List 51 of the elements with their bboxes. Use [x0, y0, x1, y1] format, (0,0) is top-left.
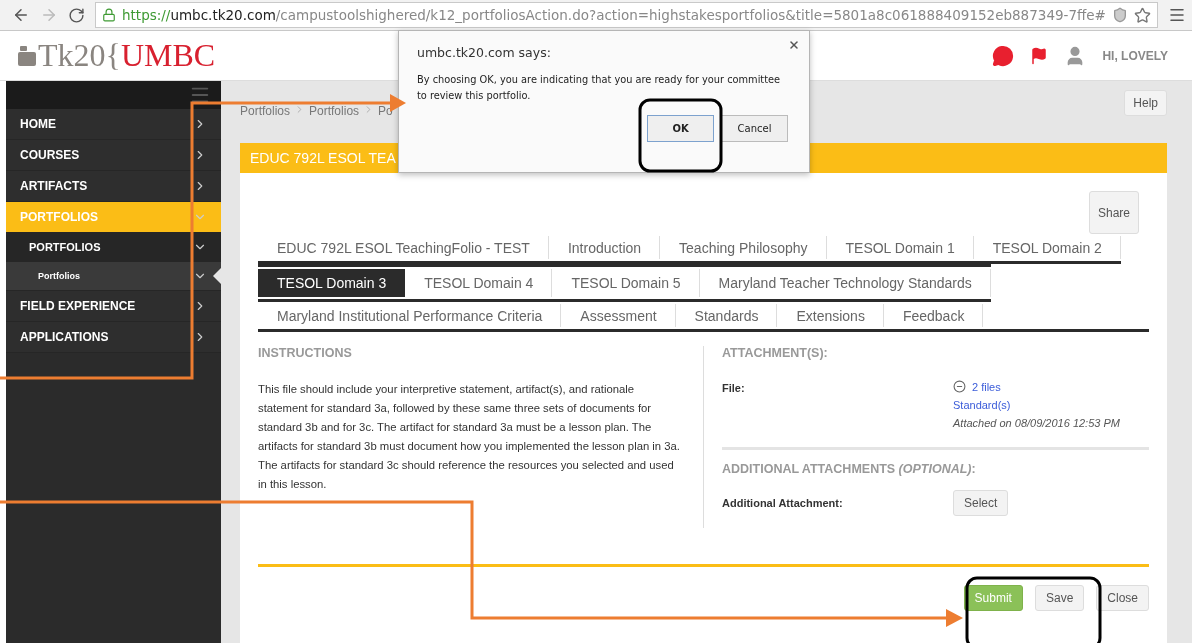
tab[interactable]: TESOL Domain 3	[258, 269, 406, 297]
forward-icon	[40, 6, 58, 24]
standards-link[interactable]: Standard(s)	[953, 399, 1149, 411]
close-icon[interactable]	[788, 39, 800, 51]
breadcrumb-link[interactable]: Portfolios	[309, 104, 360, 118]
dialog-message: By choosing OK, you are indicating that you are ready for your committee to review this portfolio.	[417, 73, 782, 103]
user-greeting: HI, LOVELY	[1102, 48, 1168, 63]
tab[interactable]: TESOL Domain 2	[973, 236, 1121, 259]
tab[interactable]: TESOL Domain 5	[552, 269, 700, 297]
select-button[interactable]: Select	[953, 490, 1009, 516]
address-bar[interactable]: https://umbc.tk20.com/campustoolshighered/k12_portfoliosAction.do?action=highstakesportfolios&title=5801a8c061888409152eb887349-7ffe#	[95, 2, 1158, 28]
section-heading: ATTACHMENT(S):	[722, 346, 829, 360]
logo-mark-icon	[18, 45, 36, 66]
lock-icon	[102, 8, 116, 22]
field-label: File:	[722, 381, 746, 394]
minus-circle-icon	[953, 380, 966, 393]
reload-icon	[68, 6, 85, 24]
section-heading: ADDITIONAL ATTACHMENTS (OPTIONAL):	[722, 462, 977, 476]
tab[interactable]: TESOL Domain 4	[405, 269, 553, 297]
action-button[interactable]: Close	[1096, 585, 1149, 611]
star-icon	[1134, 6, 1151, 24]
tab[interactable]: Feedback	[883, 304, 984, 327]
ok-button[interactable]: OK	[647, 115, 714, 142]
sidebar-item[interactable]: PORTFOLIOS	[6, 233, 221, 262]
chat-bubble-icon	[992, 44, 1015, 67]
menu-icon	[1168, 6, 1186, 24]
dialog-title: umbc.tk20.com says:	[417, 45, 552, 60]
tab[interactable]: Maryland Institutional Performance Criteria	[258, 304, 562, 327]
tab[interactable]: Introduction	[548, 236, 661, 259]
sidebar-item[interactable]: Portfolios	[6, 262, 221, 291]
tab[interactable]: Maryland Teacher Technology Standards	[699, 269, 991, 297]
tab[interactable]: Assessment	[561, 304, 676, 327]
tab[interactable]: Extensions	[777, 304, 884, 327]
flag-icon	[1030, 46, 1049, 65]
field-label: Additional Attachment:	[722, 497, 844, 509]
back-icon	[12, 6, 30, 24]
tab[interactable]: Standards	[675, 304, 778, 327]
help-button[interactable]: Help	[1124, 90, 1167, 116]
logo-text: Tk20{UMBC	[38, 37, 216, 74]
action-button[interactable]: Save	[1034, 585, 1085, 611]
tab[interactable]: EDUC 792L ESOL TeachingFolio - TEST	[258, 236, 549, 259]
section-heading: INSTRUCTIONS	[258, 346, 353, 360]
share-button[interactable]: Share	[1088, 191, 1139, 234]
attached-date: Attached on 08/09/2016 12:53 PM	[953, 417, 1121, 429]
instructions-text: This file should include your interpretive statement, artifact(s), and rationale statement for standard 3a, followed by these same three sets of documents for standard 3b and for 3c. The artifact for standard 3a must be a lesson plan. The artifacts for standard 3b must document how you implemented the lesson plan in 3a. The artifacts for standard 3c should reference the resources you selected and used in this lesson.	[258, 382, 681, 492]
tab[interactable]: TESOL Domain 1	[826, 236, 974, 259]
shield-icon	[1112, 7, 1128, 23]
breadcrumb-link[interactable]: Portfolios	[240, 104, 291, 118]
files-link[interactable]: 2 files	[972, 380, 1001, 393]
cancel-button[interactable]: Cancel	[721, 115, 788, 142]
tab[interactable]: Teaching Philosophy	[660, 236, 827, 259]
